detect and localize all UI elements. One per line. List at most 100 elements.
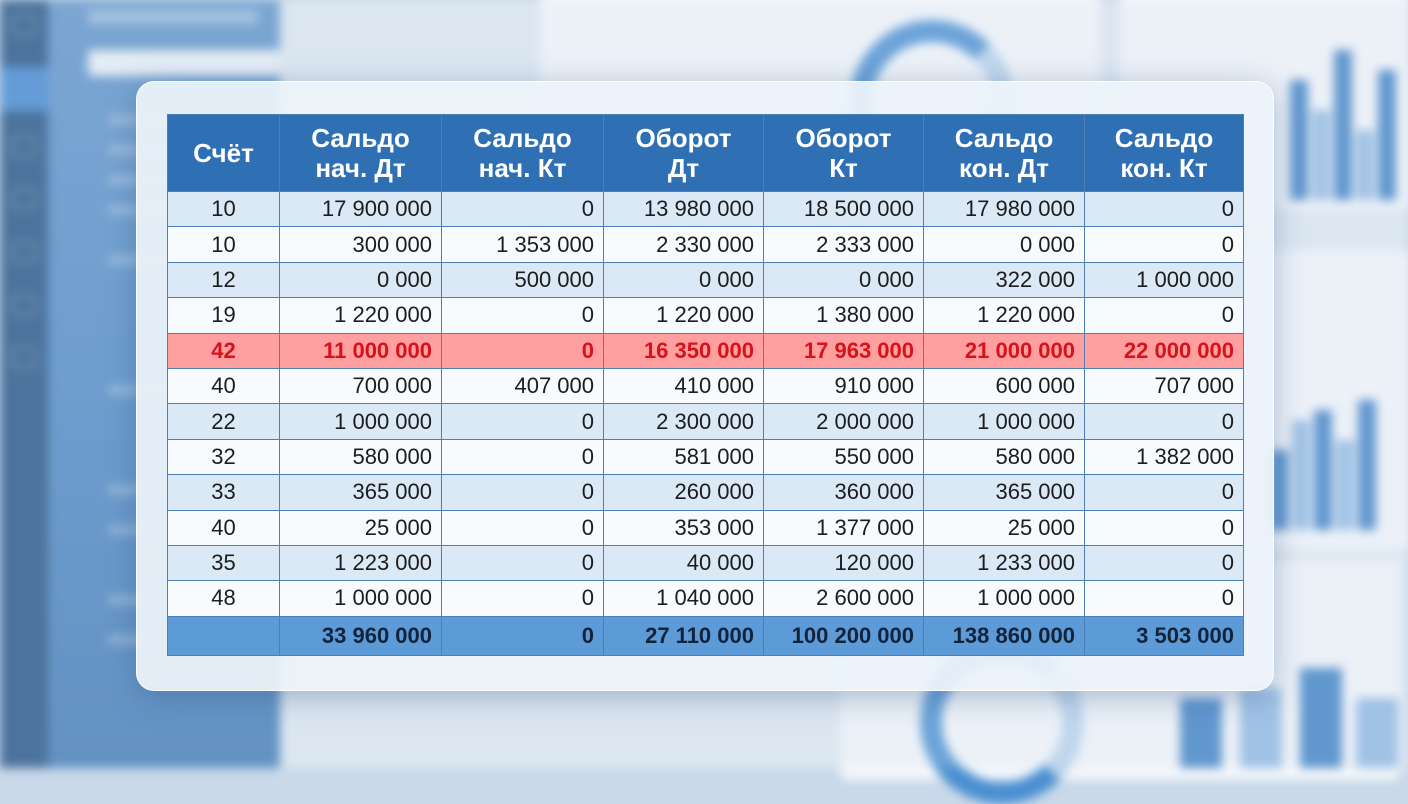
amount-cell: 0: [1084, 544, 1244, 582]
amount-cell: 1 220 000: [279, 297, 442, 334]
amount-cell: 1 000 000: [1084, 261, 1244, 299]
amount-cell: 260 000: [603, 474, 764, 511]
account-cell: 19: [167, 297, 280, 334]
amount-cell: 1 000 000: [923, 403, 1085, 440]
amount-cell: 1 000 000: [279, 580, 442, 617]
amount-cell: 0: [441, 509, 604, 546]
account-cell: 42: [167, 332, 280, 369]
amount-cell: 1 353 000: [441, 226, 604, 263]
amount-cell: 1 000 000: [279, 403, 442, 440]
header-label: нач. Кт: [478, 153, 567, 183]
table-row: 40 25 000 0 353 000 1 377 000 25 000 0: [167, 509, 1244, 546]
col-header-opening-credit: Сальдо нач. Кт: [441, 114, 604, 192]
amount-cell: 0: [441, 332, 604, 369]
total-cell: 33 960 000: [279, 615, 442, 656]
amount-cell: 550 000: [763, 438, 924, 476]
amount-cell: 0: [441, 580, 604, 617]
amount-cell: 910 000: [763, 367, 924, 405]
amount-cell: 0: [441, 297, 604, 334]
amount-cell: 0 000: [603, 261, 764, 299]
account-cell: 40: [167, 367, 280, 405]
amount-cell: 365 000: [923, 474, 1085, 511]
amount-cell: 25 000: [279, 509, 442, 546]
turnover-balance-table: Счёт Сальдо нач. Дт Сальдо нач. Кт Оборот Д…: [167, 114, 1244, 656]
header-label: Оборот: [635, 123, 732, 153]
header-label: Сальдо: [473, 123, 572, 153]
amount-cell: 353 000: [603, 509, 764, 546]
account-cell: 33: [167, 474, 280, 511]
amount-cell: 17 980 000: [923, 190, 1085, 228]
header-label: кон. Дт: [959, 153, 1049, 183]
col-header-account: Счёт: [167, 114, 280, 192]
header-label: Дт: [667, 153, 700, 183]
amount-cell: 0: [441, 544, 604, 582]
amount-cell: 580 000: [279, 438, 442, 476]
account-cell: 35: [167, 544, 280, 582]
amount-cell: 360 000: [763, 474, 924, 511]
amount-cell: 0: [1084, 226, 1244, 263]
amount-cell: 1 377 000: [763, 509, 924, 546]
amount-cell: 16 350 000: [603, 332, 764, 369]
turnover-balance-panel: Счёт Сальдо нач. Дт Сальдо нач. Кт Оборот Д…: [136, 81, 1274, 691]
amount-cell: 0 000: [923, 226, 1085, 263]
amount-cell: 600 000: [923, 367, 1085, 405]
amount-cell: 322 000: [923, 261, 1085, 299]
amount-cell: 0: [441, 474, 604, 511]
totals-label-cell: [167, 615, 280, 656]
amount-cell: 0: [1084, 297, 1244, 334]
amount-cell: 1 382 000: [1084, 438, 1244, 476]
amount-cell: 0: [1084, 190, 1244, 228]
amount-cell: 500 000: [441, 261, 604, 299]
total-cell: 138 860 000: [923, 615, 1085, 656]
table-header-row: Счёт Сальдо нач. Дт Сальдо нач. Кт Оборот Д…: [167, 114, 1244, 192]
total-cell: 0: [441, 615, 604, 656]
table-row: 32 580 000 0 581 000 550 000 580 000 1 382 000: [167, 438, 1244, 476]
amount-cell: 17 963 000: [763, 332, 924, 369]
amount-cell: 2 600 000: [763, 580, 924, 617]
header-label: Кт: [829, 153, 858, 183]
amount-cell: 0: [1084, 474, 1244, 511]
header-label: нач. Дт: [315, 153, 406, 183]
amount-cell: 18 500 000: [763, 190, 924, 228]
amount-cell: 11 000 000: [279, 332, 442, 369]
account-cell: 10: [167, 190, 280, 228]
amount-cell: 300 000: [279, 226, 442, 263]
amount-cell: 0: [1084, 403, 1244, 440]
amount-cell: 40 000: [603, 544, 764, 582]
amount-cell: 1 220 000: [923, 297, 1085, 334]
header-label: Сальдо: [1114, 123, 1214, 153]
account-cell: 22: [167, 403, 280, 440]
table-row: 35 1 223 000 0 40 000 120 000 1 233 000 0: [167, 544, 1244, 582]
amount-cell: 0: [441, 190, 604, 228]
amount-cell: 0: [1084, 509, 1244, 546]
account-cell: 32: [167, 438, 280, 476]
header-label: кон. Кт: [1120, 153, 1208, 183]
amount-cell: 410 000: [603, 367, 764, 405]
account-cell: 12: [167, 261, 280, 299]
header-label: Оборот: [795, 123, 892, 153]
header-label: Сальдо: [311, 123, 410, 153]
amount-cell: 0: [441, 438, 604, 476]
table-row-highlighted: 42 11 000 000 0 16 350 000 17 963 000 21 000 …: [167, 332, 1244, 369]
col-header-opening-debit: Сальдо нач. Дт: [279, 114, 442, 192]
amount-cell: 17 900 000: [279, 190, 442, 228]
amount-cell: 0 000: [763, 261, 924, 299]
amount-cell: 22 000 000: [1084, 332, 1244, 369]
table-body: 10 17 900 000 0 13 980 000 18 500 000 17 980 …: [167, 190, 1244, 617]
table-row: 22 1 000 000 0 2 300 000 2 000 000 1 000 000 0: [167, 403, 1244, 440]
amount-cell: 25 000: [923, 509, 1085, 546]
amount-cell: 2 330 000: [603, 226, 764, 263]
table-row: 40 700 000 407 000 410 000 910 000 600 000 707…: [167, 367, 1244, 405]
table-row: 10 300 000 1 353 000 2 330 000 2 333 000 0 00…: [167, 226, 1244, 263]
col-header-turnover-credit: Оборот Кт: [763, 114, 924, 192]
amount-cell: 0: [441, 403, 604, 440]
table-row: 19 1 220 000 0 1 220 000 1 380 000 1 220 000 0: [167, 297, 1244, 334]
amount-cell: 1 000 000: [923, 580, 1085, 617]
table-row: 12 0 000 500 000 0 000 0 000 322 000 1 000 000: [167, 261, 1244, 299]
amount-cell: 13 980 000: [603, 190, 764, 228]
amount-cell: 2 300 000: [603, 403, 764, 440]
table-row: 10 17 900 000 0 13 980 000 18 500 000 17 980 …: [167, 190, 1244, 228]
account-cell: 10: [167, 226, 280, 263]
amount-cell: 0 000: [279, 261, 442, 299]
account-cell: 48: [167, 580, 280, 617]
